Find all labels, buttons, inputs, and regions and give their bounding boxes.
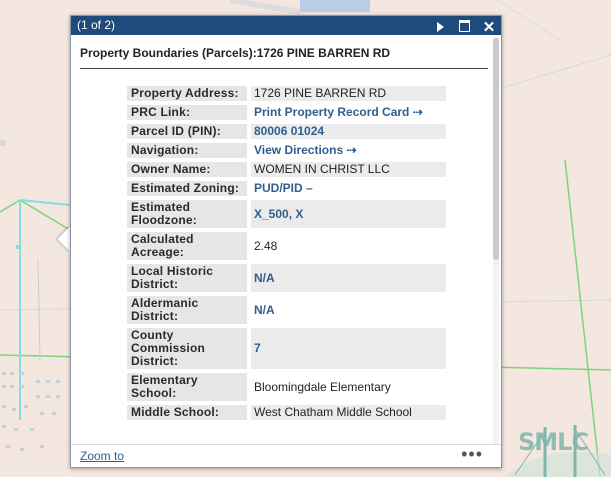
attribute-value: 80006 01024 xyxy=(251,124,446,139)
popup-titlebar: (1 of 2) ✕ xyxy=(71,16,501,35)
table-row: Calculated Acreage: 2.48 xyxy=(127,232,446,260)
attribute-value: WOMEN IN CHRIST LLC xyxy=(251,162,446,177)
table-row: Estimated Floodzone: X_500, X xyxy=(127,200,446,228)
attribute-label: Parcel ID (PIN): xyxy=(127,124,247,139)
table-row: Property Address: 1726 PINE BARREN RD xyxy=(127,86,446,101)
table-row: Parcel ID (PIN): 80006 01024 xyxy=(127,124,446,139)
table-row: Estimated Zoning: PUD/PID – xyxy=(127,181,446,196)
table-row: Elementary School: Bloomingdale Elementa… xyxy=(127,373,446,401)
attribute-label: Estimated Floodzone: xyxy=(127,200,247,228)
popup-content[interactable]: Property Boundaries (Parcels):1726 PINE … xyxy=(71,36,501,444)
attribute-table: Property Address: 1726 PINE BARREN RD PR… xyxy=(123,82,450,424)
maximize-button[interactable] xyxy=(457,18,473,33)
attribute-label: Calculated Acreage: xyxy=(127,232,247,260)
attribute-value: N/A xyxy=(251,296,446,324)
popup-footer: Zoom to ••• xyxy=(71,444,501,467)
logo-text: SMLC xyxy=(518,428,589,456)
maximize-icon xyxy=(459,20,471,32)
more-actions-icon[interactable]: ••• xyxy=(461,444,483,465)
attribute-label: Owner Name: xyxy=(127,162,247,177)
attribute-value: N/A xyxy=(251,264,446,292)
identify-popup: (1 of 2) ✕ Property Boundaries (Parcels)… xyxy=(70,15,502,468)
print-record-card-link[interactable]: Print Property Record Card ⇢ xyxy=(254,105,423,119)
attribute-label: Elementary School: xyxy=(127,373,247,401)
attribute-value: 2.48 xyxy=(251,232,446,260)
floodzone-value: X_500, X xyxy=(254,206,304,221)
attribute-label: Property Address: xyxy=(127,86,247,101)
zoning-value: PUD/PID – xyxy=(254,181,313,195)
feature-counter: (1 of 2) xyxy=(77,18,116,32)
next-feature-button[interactable] xyxy=(432,19,448,34)
attribute-value: West Chatham Middle School xyxy=(251,405,446,420)
table-row: Owner Name: WOMEN IN CHRIST LLC xyxy=(127,162,446,177)
scrollbar-thumb[interactable] xyxy=(493,38,499,260)
attribute-value: PUD/PID – xyxy=(251,181,446,196)
popup-scrollbar[interactable] xyxy=(493,38,499,444)
attribute-label: Middle School: xyxy=(127,405,247,420)
table-row: Local Historic District: N/A xyxy=(127,264,446,292)
commission-district-value: 7 xyxy=(254,341,261,355)
table-row: Navigation: View Directions ⇢ xyxy=(127,143,446,158)
attribute-value: Print Property Record Card ⇢ xyxy=(251,105,446,120)
close-icon[interactable]: ✕ xyxy=(481,20,497,35)
attribute-value: X_500, X xyxy=(251,200,446,228)
zoom-to-link[interactable]: Zoom to xyxy=(80,449,124,463)
table-row: Middle School: West Chatham Middle Schoo… xyxy=(127,405,446,420)
table-row: County Commission District: 7 xyxy=(127,328,446,369)
attribute-value: 7 xyxy=(251,328,446,369)
play-icon xyxy=(436,22,444,32)
historic-district-value: N/A xyxy=(254,270,275,285)
attribute-label: Estimated Zoning: xyxy=(127,181,247,196)
attribute-value: 1726 PINE BARREN RD xyxy=(251,86,446,101)
parcel-id-value: 80006 01024 xyxy=(254,124,325,138)
aldermanic-district-value: N/A xyxy=(254,302,275,317)
attribute-label: Navigation: xyxy=(127,143,247,158)
attribute-label: County Commission District: xyxy=(127,328,247,369)
attribute-label: Local Historic District: xyxy=(127,264,247,292)
table-row: Aldermanic District: N/A xyxy=(127,296,446,324)
heading-divider xyxy=(80,68,488,69)
table-row: PRC Link: Print Property Record Card ⇢ xyxy=(127,105,446,120)
popup-heading: Property Boundaries (Parcels):1726 PINE … xyxy=(80,46,391,60)
attribute-value: Bloomingdale Elementary xyxy=(251,373,446,401)
attribute-label: Aldermanic District: xyxy=(127,296,247,324)
view-directions-link[interactable]: View Directions ⇢ xyxy=(254,143,357,157)
attribute-label: PRC Link: xyxy=(127,105,247,120)
titlebar-controls: ✕ xyxy=(428,18,497,37)
attribute-value: View Directions ⇢ xyxy=(251,143,446,158)
